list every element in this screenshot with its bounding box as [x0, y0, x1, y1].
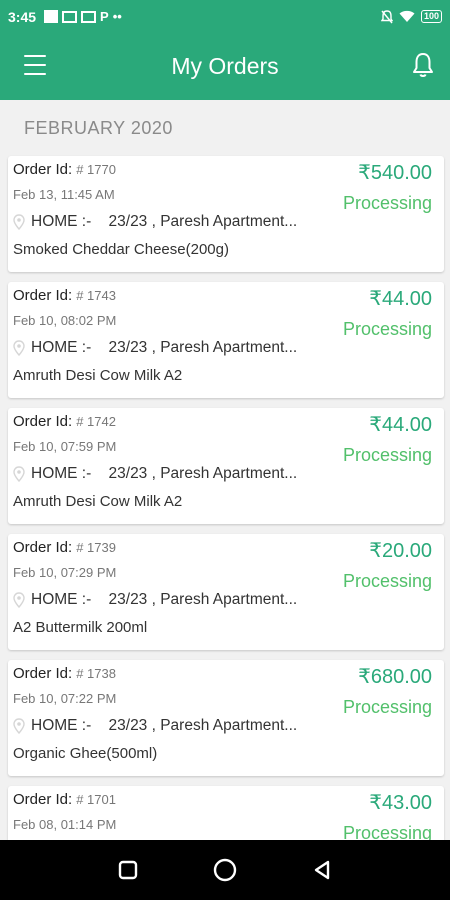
address-text: 23/23 , Paresh Apartment... [108, 339, 298, 356]
paytm-icon: P [100, 9, 109, 24]
address-tag: HOME :- [31, 465, 92, 482]
order-amount: ₹44.00 [369, 414, 432, 436]
location-pin-icon [13, 340, 25, 356]
address-tag: HOME :- [31, 339, 92, 356]
order-amount: ₹44.00 [369, 288, 432, 310]
order-id-label: Order Id: [13, 413, 73, 430]
order-id: # 1770 [76, 162, 116, 177]
bell-icon[interactable] [410, 51, 436, 79]
home-circle-icon [213, 858, 237, 882]
order-status: Processing [342, 193, 432, 213]
more-dots-icon: •• [112, 9, 122, 24]
status-time: 3:45 [8, 8, 37, 25]
order-card[interactable]: Order Id: # 1738 Feb 10, 07:22 PM HOME :-… [8, 660, 444, 776]
order-id: # 1738 [76, 666, 116, 681]
order-date: Feb 08, 01:14 PM [13, 817, 117, 832]
order-status: Processing [342, 571, 432, 591]
address-tag: HOME :- [31, 213, 92, 230]
order-status: Processing [342, 319, 432, 339]
mute-icon [380, 9, 393, 23]
month-header: FEBRUARY 2020 [24, 118, 173, 138]
order-id-label: Order Id: [13, 539, 73, 556]
order-id: # 1743 [76, 288, 116, 303]
product-name: Amruth Desi Cow Milk A2 [13, 367, 183, 384]
location-pin-icon [13, 592, 25, 608]
order-status: Processing [342, 823, 432, 840]
battery-icon: 100 [420, 10, 442, 23]
notification-icon [44, 10, 59, 23]
order-id: # 1701 [76, 792, 116, 807]
address-tag: HOME :- [31, 717, 92, 734]
order-card[interactable]: Order Id: # 1739 Feb 10, 07:29 PM HOME :-… [8, 534, 444, 650]
order-amount: ₹540.00 [358, 162, 432, 184]
address-text: 23/23 , Paresh Apartment... [108, 213, 298, 230]
app-bar: My Orders [0, 33, 450, 100]
order-date: Feb 10, 07:59 PM [13, 439, 117, 454]
order-date: Feb 10, 07:29 PM [13, 565, 117, 580]
product-name: Organic Ghee(500ml) [13, 745, 158, 762]
order-id-label: Order Id: [13, 287, 73, 304]
order-date: Feb 10, 07:22 PM [13, 691, 117, 706]
orders-list[interactable]: Order Id: # 1770 Feb 13, 11:45 AM HOME :-… [0, 148, 450, 840]
product-name: Amruth Desi Cow Milk A2 [13, 493, 183, 510]
order-card[interactable]: Order Id: # 1701 Feb 08, 01:14 PM ₹43.00 … [8, 786, 444, 840]
order-amount: ₹43.00 [369, 792, 432, 814]
status-system-icons: 100 [380, 9, 442, 24]
order-id: # 1739 [76, 540, 116, 555]
navigation-bar [0, 840, 450, 900]
order-card[interactable]: Order Id: # 1770 Feb 13, 11:45 AM HOME :-… [8, 156, 444, 272]
address-text: 23/23 , Paresh Apartment... [108, 465, 298, 482]
address-tag: HOME :- [31, 591, 92, 608]
page-title: My Orders [171, 53, 279, 79]
order-date: Feb 13, 11:45 AM [13, 187, 115, 202]
order-status: Processing [342, 445, 432, 465]
order-id-label: Order Id: [13, 665, 73, 682]
location-pin-icon [13, 466, 25, 482]
order-id-label: Order Id: [13, 161, 73, 178]
gmail-icon [81, 10, 97, 23]
order-id-label: Order Id: [13, 791, 73, 808]
back-triangle-icon [314, 860, 329, 880]
address-text: 23/23 , Paresh Apartment... [108, 717, 298, 734]
order-status: Processing [342, 697, 432, 717]
status-bar: 3:45 P •• 100 [0, 0, 450, 33]
order-date: Feb 10, 08:02 PM [13, 313, 117, 328]
menu-icon[interactable] [24, 55, 46, 75]
order-card[interactable]: Order Id: # 1742 Feb 10, 07:59 PM HOME :-… [8, 408, 444, 524]
order-amount: ₹680.00 [358, 666, 432, 688]
order-card[interactable]: Order Id: # 1743 Feb 10, 08:02 PM HOME :-… [8, 282, 444, 398]
order-id: # 1742 [76, 414, 116, 429]
back-button[interactable] [302, 850, 342, 890]
status-notification-icons: P •• [44, 9, 122, 24]
address-text: 23/23 , Paresh Apartment... [108, 591, 298, 608]
gmail-icon [62, 10, 78, 23]
product-name: Smoked Cheddar Cheese(200g) [13, 241, 229, 258]
location-pin-icon [13, 214, 25, 230]
order-amount: ₹20.00 [369, 540, 432, 562]
location-pin-icon [13, 718, 25, 734]
product-name: A2 Buttermilk 200ml [13, 619, 148, 636]
recents-square-icon [119, 860, 138, 880]
wifi-icon [399, 10, 415, 22]
recents-button[interactable] [108, 850, 148, 890]
home-button[interactable] [205, 850, 245, 890]
